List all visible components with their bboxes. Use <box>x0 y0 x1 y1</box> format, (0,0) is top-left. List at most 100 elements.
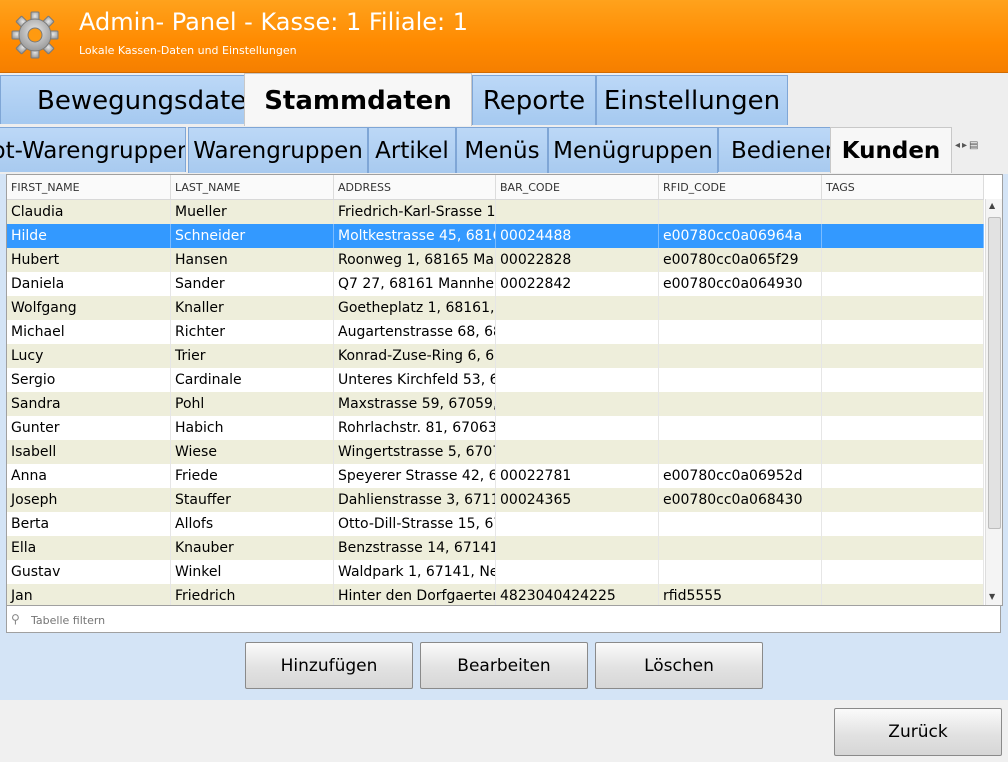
filter-input[interactable] <box>29 610 983 630</box>
tab-einstellungen[interactable]: Einstellungen <box>596 75 788 125</box>
table-row[interactable]: LucyTrierKonrad-Zuse-Ring 6, 68... <box>7 344 984 368</box>
table-body: ClaudiaMuellerFriedrich-Karl-Srasse 12,.… <box>7 200 984 605</box>
cell-first-name: Ella <box>7 536 171 560</box>
delete-button[interactable]: Löschen <box>595 642 763 689</box>
scrollbar-thumb[interactable] <box>988 217 1001 529</box>
cell-first-name: Berta <box>7 512 171 536</box>
cell-rfid-code: e00780cc0a064930 <box>659 272 822 296</box>
cell-last-name: Winkel <box>171 560 334 584</box>
cell-first-name: Daniela <box>7 272 171 296</box>
table-row[interactable]: ClaudiaMuellerFriedrich-Karl-Srasse 12,.… <box>7 200 984 224</box>
content-panel: FIRST_NAME LAST_NAME ADDRESS BAR_CODE RF… <box>0 174 1008 700</box>
cell-rfid-code: e00780cc0a065f29 <box>659 248 822 272</box>
cell-last-name: Sander <box>171 272 334 296</box>
cell-rfid-code: e00780cc0a06952d <box>659 464 822 488</box>
cell-last-name: Knauber <box>171 536 334 560</box>
cell-bar-code <box>496 368 659 392</box>
scroll-down-icon[interactable]: ▼ <box>989 592 995 601</box>
cell-address: Unteres Kirchfeld 53, 68... <box>334 368 496 392</box>
tab-reporte[interactable]: Reporte <box>472 75 596 125</box>
cell-address: Augartenstrasse 68, 68... <box>334 320 496 344</box>
footer: Zurück <box>0 700 1008 762</box>
subtab-bediener[interactable]: Bediener <box>718 127 848 172</box>
tab-scroll-arrows[interactable]: ◂▸▤ <box>955 140 981 151</box>
tab-stammdaten[interactable]: Stammdaten <box>244 73 472 127</box>
subtab-haupt-warengruppen[interactable]: Haupt-Warengruppen <box>0 127 186 172</box>
column-header-bar-code[interactable]: BAR_CODE <box>496 175 659 199</box>
cell-bar-code <box>496 416 659 440</box>
cell-bar-code: 00024488 <box>496 224 659 248</box>
sub-tab-bar: Haupt-Warengruppen Warengruppen Artikel … <box>0 126 1008 174</box>
cell-bar-code: 00024365 <box>496 488 659 512</box>
cell-last-name: Allofs <box>171 512 334 536</box>
subtab-menues[interactable]: Menüs <box>456 127 548 173</box>
cell-tags <box>822 464 984 488</box>
subtab-kunden[interactable]: Kunden <box>830 127 952 173</box>
cell-last-name: Habich <box>171 416 334 440</box>
cell-last-name: Schneider <box>171 224 334 248</box>
cell-tags <box>822 200 984 224</box>
app-header: Admin- Panel - Kasse: 1 Filiale: 1 Lokal… <box>0 0 1008 73</box>
back-button[interactable]: Zurück <box>834 708 1002 756</box>
cell-first-name: Anna <box>7 464 171 488</box>
cell-address: Goetheplatz 1, 68161, ... <box>334 296 496 320</box>
table-row[interactable]: SandraPohlMaxstrasse 59, 67059, ... <box>7 392 984 416</box>
table-row[interactable]: JosephStaufferDahlienstrasse 3, 67112...… <box>7 488 984 512</box>
table-row[interactable]: Gustav Winkel Waldpark 1, 67141, Ne... <box>7 560 984 584</box>
table-row[interactable]: MichaelRichterAugartenstrasse 68, 68... <box>7 320 984 344</box>
column-header-tags[interactable]: TAGS <box>822 175 984 199</box>
cell-rfid-code <box>659 368 822 392</box>
table-row[interactable]: HildeSchneiderMoltkestrasse 45, 6816...0… <box>7 224 984 248</box>
customer-table: FIRST_NAME LAST_NAME ADDRESS BAR_CODE RF… <box>6 174 1003 606</box>
cell-first-name: Gunter <box>7 416 171 440</box>
cell-tags <box>822 344 984 368</box>
cell-tags <box>822 440 984 464</box>
cell-rfid-code <box>659 344 822 368</box>
table-row[interactable]: JanFriedrichHinter den Dorfgaerten ...48… <box>7 584 984 605</box>
column-header-first-name[interactable]: FIRST_NAME <box>7 175 171 199</box>
cell-tags <box>822 512 984 536</box>
edit-button[interactable]: Bearbeiten <box>420 642 588 689</box>
column-header-last-name[interactable]: LAST_NAME <box>171 175 334 199</box>
app-title: Admin- Panel - Kasse: 1 Filiale: 1 <box>79 8 469 36</box>
table-row[interactable]: HubertHansenRoonweg 1, 68165 Man...00022… <box>7 248 984 272</box>
add-button[interactable]: Hinzufügen <box>245 642 413 689</box>
cell-bar-code: 00022781 <box>496 464 659 488</box>
cell-first-name: Sandra <box>7 392 171 416</box>
cell-bar-code <box>496 536 659 560</box>
scroll-up-icon[interactable]: ▲ <box>989 201 995 210</box>
cell-first-name: Gustav <box>7 560 171 584</box>
table-row[interactable]: Wolfgang Knaller Goetheplatz 1, 68161, ... <box>7 296 984 320</box>
cell-bar-code: 00022842 <box>496 272 659 296</box>
cell-first-name: Claudia <box>7 200 171 224</box>
cell-bar-code <box>496 512 659 536</box>
tab-bewegungsdaten[interactable]: Bewegungsdaten <box>0 75 262 124</box>
cell-address: Wingertstrasse 5, 6707... <box>334 440 496 464</box>
table-row[interactable]: Daniela Sander Q7 27, 68161 Mannheim 000228… <box>7 272 984 296</box>
cell-rfid-code: e00780cc0a068430 <box>659 488 822 512</box>
cell-last-name: Hansen <box>171 248 334 272</box>
cell-tags <box>822 488 984 512</box>
cell-tags <box>822 560 984 584</box>
subtab-warengruppen[interactable]: Warengruppen <box>188 127 368 173</box>
table-row[interactable]: SergioCardinaleUnteres Kirchfeld 53, 68.… <box>7 368 984 392</box>
cell-rfid-code <box>659 536 822 560</box>
table-row[interactable]: AnnaFriedeSpeyerer Strasse 42, 67...0002… <box>7 464 984 488</box>
table-row[interactable]: BertaAllofsOtto-Dill-Strasse 15, 67... <box>7 512 984 536</box>
cell-address: Maxstrasse 59, 67059, ... <box>334 392 496 416</box>
cell-address: Friedrich-Karl-Srasse 12,... <box>334 200 496 224</box>
cell-tags <box>822 392 984 416</box>
subtab-artikel[interactable]: Artikel <box>368 127 456 173</box>
table-row[interactable]: IsabellWieseWingertstrasse 5, 6707... <box>7 440 984 464</box>
table-row[interactable]: GunterHabichRohrlachstr. 81, 67063,... <box>7 416 984 440</box>
table-filter: ⚲ <box>6 605 1001 633</box>
cell-address: Speyerer Strasse 42, 67... <box>334 464 496 488</box>
cell-bar-code <box>496 200 659 224</box>
subtab-menuegruppen[interactable]: Menügruppen <box>548 127 718 173</box>
column-header-address[interactable]: ADDRESS <box>334 175 496 199</box>
table-row[interactable]: EllaKnauberBenzstrasse 14, 67141, ... <box>7 536 984 560</box>
cell-tags <box>822 416 984 440</box>
cell-last-name: Trier <box>171 344 334 368</box>
vertical-scrollbar[interactable]: ▲ ▼ <box>985 199 1002 605</box>
column-header-rfid-code[interactable]: RFID_CODE <box>659 175 822 199</box>
